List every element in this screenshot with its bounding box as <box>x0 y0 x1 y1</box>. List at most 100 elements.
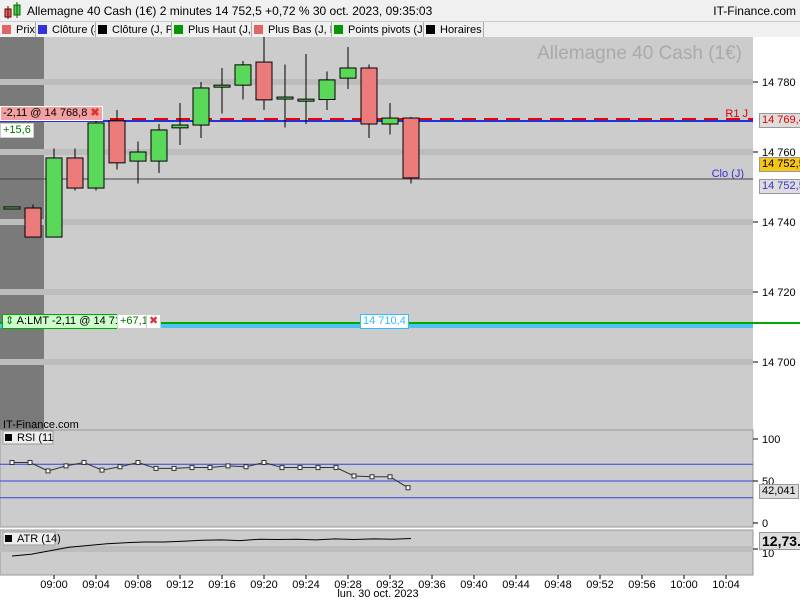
time-tick-label: 09:52 <box>586 579 614 591</box>
rsi-value-tag: 42,041 <box>759 484 799 499</box>
rsi-point <box>297 465 303 471</box>
candle-up <box>45 157 63 238</box>
watermark-title: Allemagne 40 Cash (1€) <box>537 43 742 64</box>
time-tick-label: 09:12 <box>166 579 194 591</box>
rsi-point <box>261 460 267 466</box>
rsi-point <box>387 474 393 480</box>
watermark-small: DAX, 2m <box>698 37 742 38</box>
legend-bar: Prix Clôture (J Clôture (J, Pré Plus Haut (… <box>0 21 800 37</box>
legend-label: Points pivots (J <box>348 23 423 36</box>
legend-swatch-icon <box>426 25 435 34</box>
candle-up <box>87 122 105 189</box>
brand: IT-Finance.com <box>713 3 796 18</box>
candle-up <box>213 84 231 88</box>
legend-swatch-icon <box>334 25 343 34</box>
rsi-point <box>27 460 33 466</box>
cancel-limit-icon[interactable]: ✖ <box>146 314 162 329</box>
legend-item[interactable]: Plus Bas (J, Pré <box>252 22 332 37</box>
time-tick-label: 09:00 <box>40 579 68 591</box>
candle-down <box>402 117 420 179</box>
candle-down <box>66 157 84 189</box>
r1-price-tag: 14 769,4 <box>759 113 800 128</box>
gridline <box>0 219 753 225</box>
rsi-point <box>45 468 51 474</box>
atr-label: ATR (14) <box>17 533 61 545</box>
time-tick-label: 09:08 <box>124 579 152 591</box>
time-tick-label: 09:20 <box>250 579 278 591</box>
close-price-tag: 14 752,5 <box>759 179 800 194</box>
rsi-point <box>243 464 249 470</box>
rsi-point <box>225 463 231 469</box>
rsi-label: RSI (11 <box>17 432 53 444</box>
gridline <box>0 289 753 295</box>
limit-line-price: 14 710,4 <box>360 314 409 329</box>
rsi-point <box>351 473 357 479</box>
candle-up <box>3 206 21 210</box>
time-tick-label: 10:04 <box>712 579 740 591</box>
candle-up <box>381 117 399 125</box>
position-order-tag[interactable]: -2,11 @ 14 768,8 ✖ <box>0 106 103 121</box>
legend-item[interactable]: Prix <box>0 22 36 37</box>
gridline <box>0 359 753 365</box>
rsi-point <box>279 465 285 471</box>
time-tick-label: 09:24 <box>292 579 320 591</box>
rsi-point <box>405 485 411 491</box>
atr-swatch-icon <box>5 535 12 542</box>
legend-label: Clôture (J <box>52 23 96 36</box>
time-tick-label: 09:56 <box>628 579 656 591</box>
legend-item[interactable]: Plus Haut (J, Pr <box>172 22 252 37</box>
rsi-point <box>369 474 375 480</box>
date-label: lun. 30 oct. 2023 <box>337 588 418 600</box>
rsi-point <box>189 465 195 471</box>
clo-label: Clo (J) <box>712 168 744 180</box>
last-price-tag: 14 752,5 <box>759 157 800 172</box>
price-tick-label: 14 740 <box>762 217 796 229</box>
rsi-point <box>63 463 69 469</box>
rsi-point <box>207 465 213 471</box>
time-tick-label: 09:16 <box>208 579 236 591</box>
atr-value-tag: 12,73. <box>759 532 800 550</box>
candle-up <box>171 124 189 129</box>
legend-label: Plus Bas (J, Pré <box>268 23 331 36</box>
atr-gridline <box>0 546 753 552</box>
position-label: -2,11 @ 14 768,8 <box>3 107 88 119</box>
legend-item[interactable]: Horaires <box>424 22 484 37</box>
atr-pane-bg <box>0 529 754 576</box>
price-tick-label: 14 780 <box>762 77 796 89</box>
candle-down <box>108 120 126 164</box>
candle-up <box>276 96 294 100</box>
close-position-icon[interactable]: ✖ <box>90 107 99 119</box>
drag-handle-icon[interactable]: ⇕ <box>5 315 14 327</box>
legend-item[interactable]: Clôture (J <box>36 22 96 37</box>
legend-swatch-icon <box>174 25 183 34</box>
candle-up <box>150 129 168 162</box>
rsi-point <box>135 460 141 466</box>
legend-swatch-icon <box>254 25 263 34</box>
rsi-point <box>171 465 177 471</box>
candle-down <box>255 61 273 101</box>
price-tick-label: 14 700 <box>762 357 796 369</box>
legend-swatch-icon <box>38 25 47 34</box>
legend-item[interactable]: Points pivots (J <box>332 22 424 37</box>
legend-swatch-icon <box>98 25 107 34</box>
time-tick-label: 10:00 <box>670 579 698 591</box>
legend-item[interactable]: Clôture (J, Pré <box>96 22 172 37</box>
candlestick-logo-icon <box>3 1 23 20</box>
time-tick-label: 09:40 <box>460 579 488 591</box>
position-pnl: +15,6 <box>0 123 34 138</box>
rsi-tick-label: 100 <box>762 434 780 446</box>
rsi-point <box>9 460 15 466</box>
footer-brand: IT-Finance.com <box>3 419 79 431</box>
chart-title: Allemagne 40 Cash (1€) 2 minutes 14 752,… <box>27 3 433 18</box>
title-bar: Allemagne 40 Cash (1€) 2 minutes 14 752,… <box>0 0 800 21</box>
legend-label: Prix <box>16 23 35 36</box>
legend-label: Horaires <box>440 23 482 36</box>
rsi-point <box>333 465 339 471</box>
time-tick-label: 09:36 <box>418 579 446 591</box>
legend-label: Plus Haut (J, Pr <box>188 23 251 36</box>
time-tick-label: 09:04 <box>82 579 110 591</box>
candle-up <box>234 64 252 86</box>
candle-up <box>339 67 357 79</box>
rsi-point <box>153 465 159 471</box>
rsi-point <box>99 467 105 473</box>
